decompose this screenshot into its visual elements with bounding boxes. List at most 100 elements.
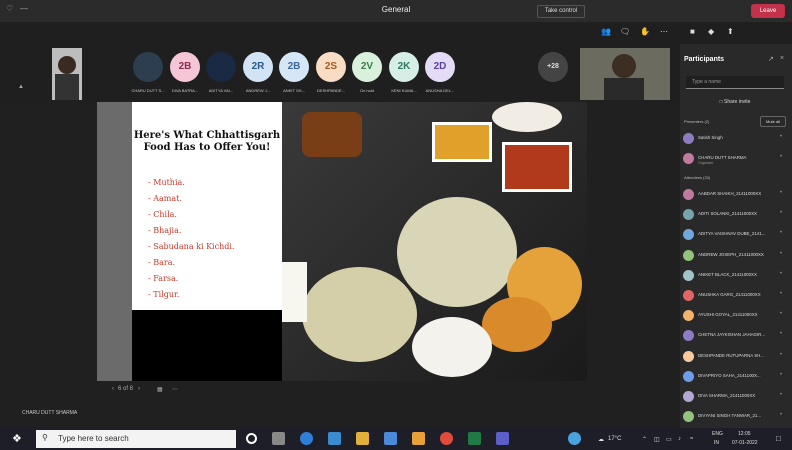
- participant-avatar[interactable]: 2B: [170, 52, 200, 82]
- participant-list-item[interactable]: DIVYANI SINGH TANWAR_21... •: [680, 408, 792, 426]
- self-video-thumbnail[interactable]: [52, 48, 82, 100]
- weather-icon: ☁: [598, 437, 604, 443]
- network-icon[interactable]: ◫: [654, 436, 660, 443]
- mic-status-icon[interactable]: •: [780, 311, 782, 317]
- mute-all-button[interactable]: Mute all: [760, 116, 786, 127]
- store-icon[interactable]: [328, 432, 341, 445]
- share-icon[interactable]: ⬆: [727, 27, 734, 36]
- slide-prev-icon[interactable]: ‹: [112, 386, 114, 392]
- participant-list-name: ADITYA VAISHNAV DUBE_2141...: [698, 231, 766, 237]
- task-view-icon[interactable]: [272, 432, 285, 445]
- mic-status-icon[interactable]: •: [780, 230, 782, 236]
- edge-icon[interactable]: [300, 432, 313, 445]
- slide-title: Here's What Chhattisgarh Food Has to Off…: [133, 130, 281, 153]
- slide-more-icon[interactable]: ⋯: [172, 386, 178, 393]
- shared-content-stage: Here's What Chhattisgarh Food Has to Off…: [0, 102, 680, 428]
- chrome-icon[interactable]: [440, 432, 453, 445]
- participant-avatar[interactable]: [206, 52, 236, 82]
- raise-hand-icon[interactable]: ✋: [640, 27, 650, 36]
- mic-status-icon[interactable]: •: [780, 251, 782, 257]
- participant-avatar[interactable]: 2B: [279, 52, 309, 82]
- heart-icon[interactable]: ♡: [6, 4, 13, 13]
- participant-list-item[interactable]: ANDREW JOSEPH_21411000XX •: [680, 247, 792, 265]
- mic-status-icon[interactable]: •: [780, 412, 782, 418]
- app-tray-icon[interactable]: [568, 432, 581, 445]
- take-control-button[interactable]: Take control: [537, 5, 585, 18]
- tray-arrow-icon[interactable]: ⌃: [642, 436, 647, 443]
- search-icon: ⚲: [42, 433, 48, 442]
- participant-list-item[interactable]: DESHPANDE RUTUPARNA SH... •: [680, 348, 792, 366]
- mic-status-icon[interactable]: •: [780, 134, 782, 140]
- participant-avatar[interactable]: [133, 52, 163, 82]
- participant-avatar[interactable]: 2R: [243, 52, 273, 82]
- participant-list-item[interactable]: ADITYA VAISHNAV DUBE_2141... •: [680, 226, 792, 244]
- clock-time[interactable]: 12:05: [738, 431, 751, 437]
- region-indicator[interactable]: IN: [714, 440, 719, 446]
- title-bar: General – □ ♡ —: [0, 0, 792, 22]
- clock-date[interactable]: 07-01-2022: [732, 440, 758, 446]
- notification-icon[interactable]: □: [776, 434, 781, 443]
- cortana-icon[interactable]: [246, 433, 257, 444]
- participant-list-item[interactable]: Satish Singh •: [680, 130, 792, 148]
- excel-icon[interactable]: [468, 432, 481, 445]
- participant-avatar[interactable]: 2D: [425, 52, 455, 82]
- participant-list-item[interactable]: AYUSHI GOYAL_21411000XX •: [680, 307, 792, 325]
- participant-list-item[interactable]: CHARU DUTT SHARMA • Organizer: [680, 150, 792, 168]
- wifi-icon[interactable]: ≈: [690, 436, 693, 442]
- more-participants-badge[interactable]: +28: [538, 52, 568, 82]
- weather-temp[interactable]: 17°C: [608, 436, 621, 442]
- participant-avatar[interactable]: 2K: [389, 52, 419, 82]
- participant-list-name: AYUSHI GOYAL_21411000XX: [698, 312, 758, 318]
- meeting-toolbar: [0, 22, 680, 44]
- participant-avatar[interactable]: 2S: [316, 52, 346, 82]
- attendees-header[interactable]: Attendees (33): [684, 175, 710, 180]
- participant-list-item[interactable]: AABDAR SHAIKH_21411000XX •: [680, 186, 792, 204]
- mic-icon[interactable]: ◆: [708, 27, 714, 36]
- close-icon[interactable]: ×: [780, 55, 784, 62]
- battery-icon[interactable]: ▭: [666, 436, 672, 443]
- language-indicator[interactable]: ENG: [712, 431, 723, 437]
- participant-avatar[interactable]: 2V: [352, 52, 382, 82]
- mic-status-icon[interactable]: •: [780, 154, 782, 160]
- mic-status-icon[interactable]: •: [780, 392, 782, 398]
- more-options-icon[interactable]: ⋯: [660, 27, 668, 36]
- participant-list-item[interactable]: DIVA SHARMA_21411000XX •: [680, 388, 792, 406]
- camera-icon[interactable]: ■: [690, 27, 695, 36]
- participant-list-item[interactable]: CHETNA JAYKISHAN JAHAGIR... •: [680, 327, 792, 345]
- mic-status-icon[interactable]: •: [780, 291, 782, 297]
- mic-status-icon[interactable]: •: [780, 190, 782, 196]
- participant-list-item[interactable]: ADITI SOLANKI_21411000XX •: [680, 206, 792, 224]
- food-list-item: - Bara.: [148, 258, 176, 267]
- taskbar-search-input[interactable]: Type here to search: [36, 430, 236, 448]
- participant-list-name: AABDAR SHAIKH_21411000XX: [698, 191, 762, 196]
- file-explorer-icon[interactable]: [356, 432, 369, 445]
- avatar: [683, 209, 694, 221]
- outlook-icon[interactable]: [384, 432, 397, 445]
- teams-icon[interactable]: [496, 432, 509, 445]
- windows-start-icon[interactable]: ❖: [12, 432, 22, 445]
- mic-status-icon[interactable]: •: [780, 210, 782, 216]
- participant-list-name: CHETNA JAYKISHAN JAHAGIR...: [698, 332, 766, 338]
- share-invite-button[interactable]: □ Share invite: [710, 96, 760, 108]
- mic-status-icon[interactable]: •: [780, 372, 782, 378]
- presenters-header[interactable]: Presenters (2): [684, 119, 709, 124]
- mic-status-icon[interactable]: •: [780, 352, 782, 358]
- volume-icon[interactable]: ♪: [678, 436, 681, 442]
- participant-list-item[interactable]: ANIKET BLACK_21411000XX •: [680, 267, 792, 285]
- participant-list-item[interactable]: ANUSHKA GARG_21411000XX •: [680, 287, 792, 305]
- mic-status-icon[interactable]: •: [780, 271, 782, 277]
- leave-button[interactable]: Leave: [751, 4, 785, 18]
- slide-next-icon[interactable]: ›: [138, 386, 140, 392]
- popout-icon[interactable]: ↗: [768, 55, 774, 63]
- slide-grid-icon[interactable]: ▦: [157, 386, 163, 393]
- participant-search-input[interactable]: Type a name: [686, 76, 784, 89]
- panel-title: Participants: [684, 56, 725, 63]
- people-icon[interactable]: 👥: [601, 27, 611, 36]
- presenter-video[interactable]: [580, 48, 670, 100]
- chat-icon[interactable]: 🗨: [620, 27, 630, 36]
- photos-icon[interactable]: [412, 432, 425, 445]
- shared-slide: Here's What Chhattisgarh Food Has to Off…: [97, 102, 587, 381]
- mic-status-icon[interactable]: •: [780, 331, 782, 337]
- participant-list-name: ADITI SOLANKI_21411000XX: [698, 211, 757, 217]
- participant-list-item[interactable]: DIVAPRIYO SAHA_2141100X... •: [680, 368, 792, 386]
